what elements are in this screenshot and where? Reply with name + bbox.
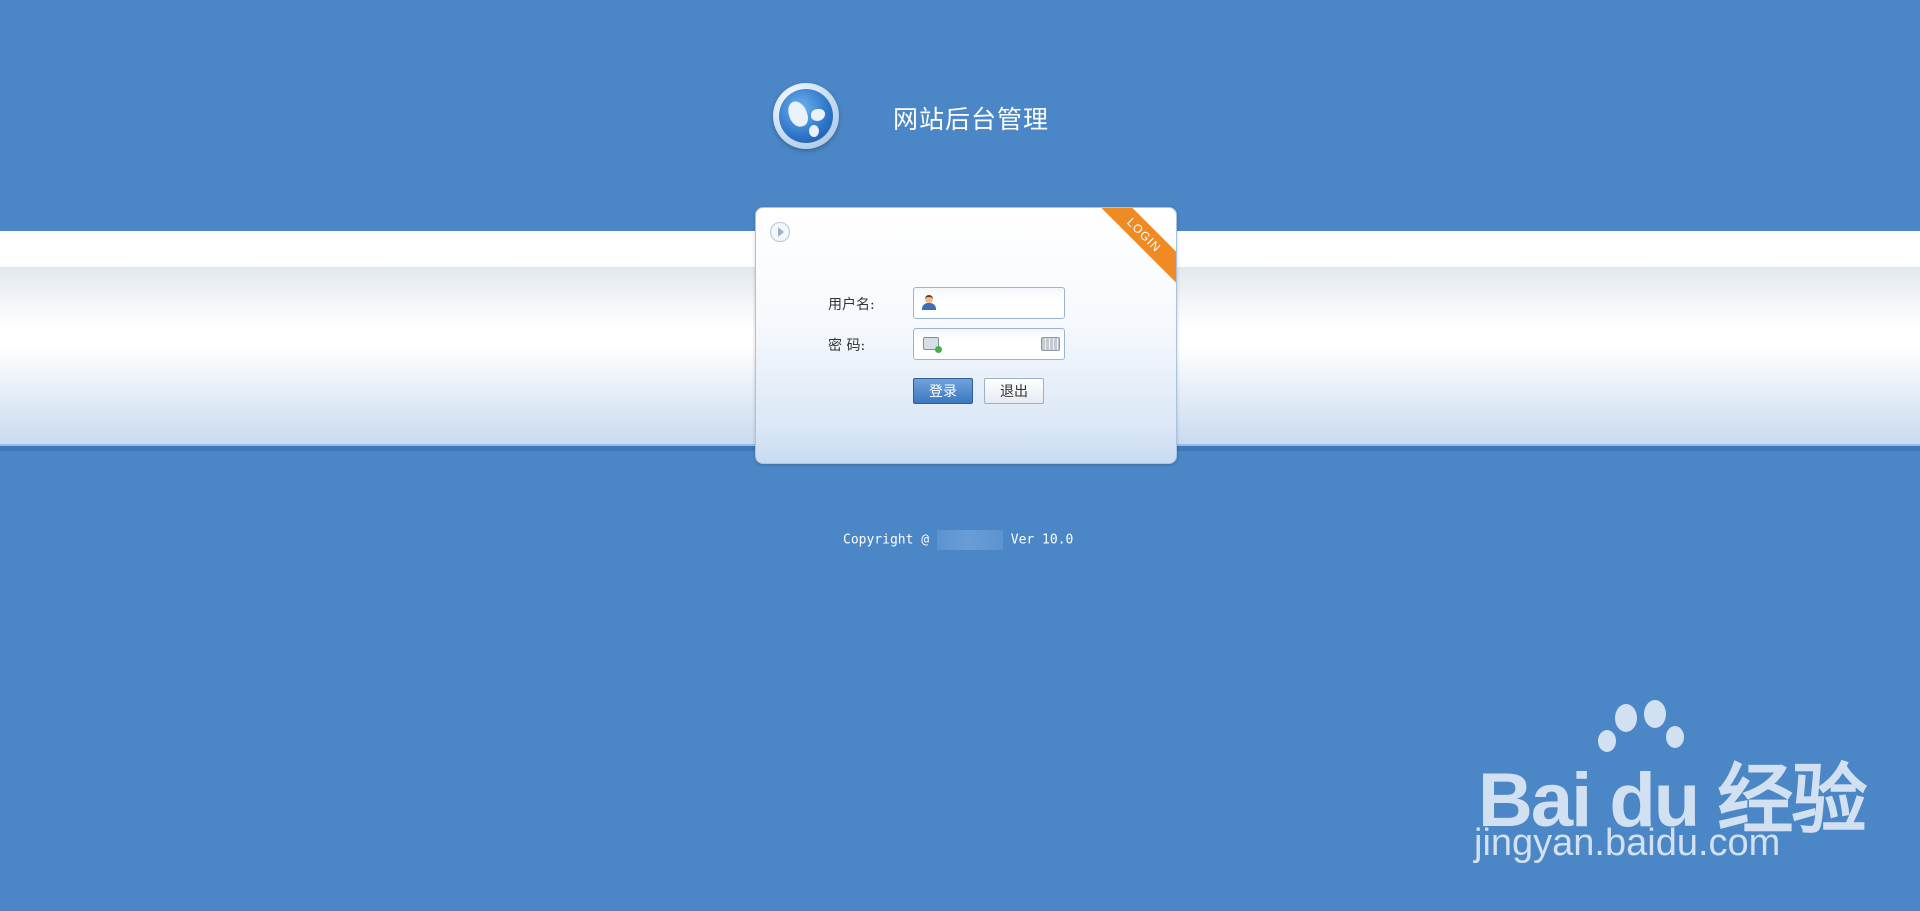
play-circle-icon bbox=[770, 222, 790, 242]
site-title: 网站后台管理 bbox=[893, 105, 1050, 134]
copyright-footer: Copyright @ Ver 10.0 bbox=[843, 530, 1073, 550]
keyboard-icon[interactable] bbox=[1041, 337, 1060, 351]
globe-logo-icon bbox=[773, 83, 839, 149]
watermark-url: jingyan.baidu.com bbox=[1474, 822, 1781, 864]
password-label: 密 码: bbox=[828, 338, 866, 354]
paw-toe bbox=[1644, 700, 1666, 728]
username-field[interactable] bbox=[913, 287, 1065, 319]
username-input[interactable] bbox=[944, 293, 1058, 313]
username-label: 用户名: bbox=[828, 297, 875, 313]
user-icon bbox=[922, 295, 936, 310]
copyright-prefix: Copyright @ bbox=[843, 532, 930, 548]
login-ribbon: LOGIN bbox=[1093, 208, 1176, 286]
password-field[interactable] bbox=[913, 328, 1065, 360]
login-button[interactable]: 登录 bbox=[913, 378, 973, 404]
exit-button[interactable]: 退出 bbox=[984, 378, 1044, 404]
version-text: Ver 10.0 bbox=[1010, 532, 1074, 548]
lock-icon bbox=[923, 337, 942, 353]
password-input[interactable] bbox=[944, 334, 1028, 354]
baidu-paw-icon bbox=[1615, 704, 1637, 732]
baidu-watermark: Bai du 经验 jingyan.baidu.com bbox=[1470, 700, 1870, 880]
redacted-company bbox=[936, 530, 1003, 550]
login-card: LOGIN 用户名: 密 码: 登录 退出 bbox=[755, 207, 1177, 464]
